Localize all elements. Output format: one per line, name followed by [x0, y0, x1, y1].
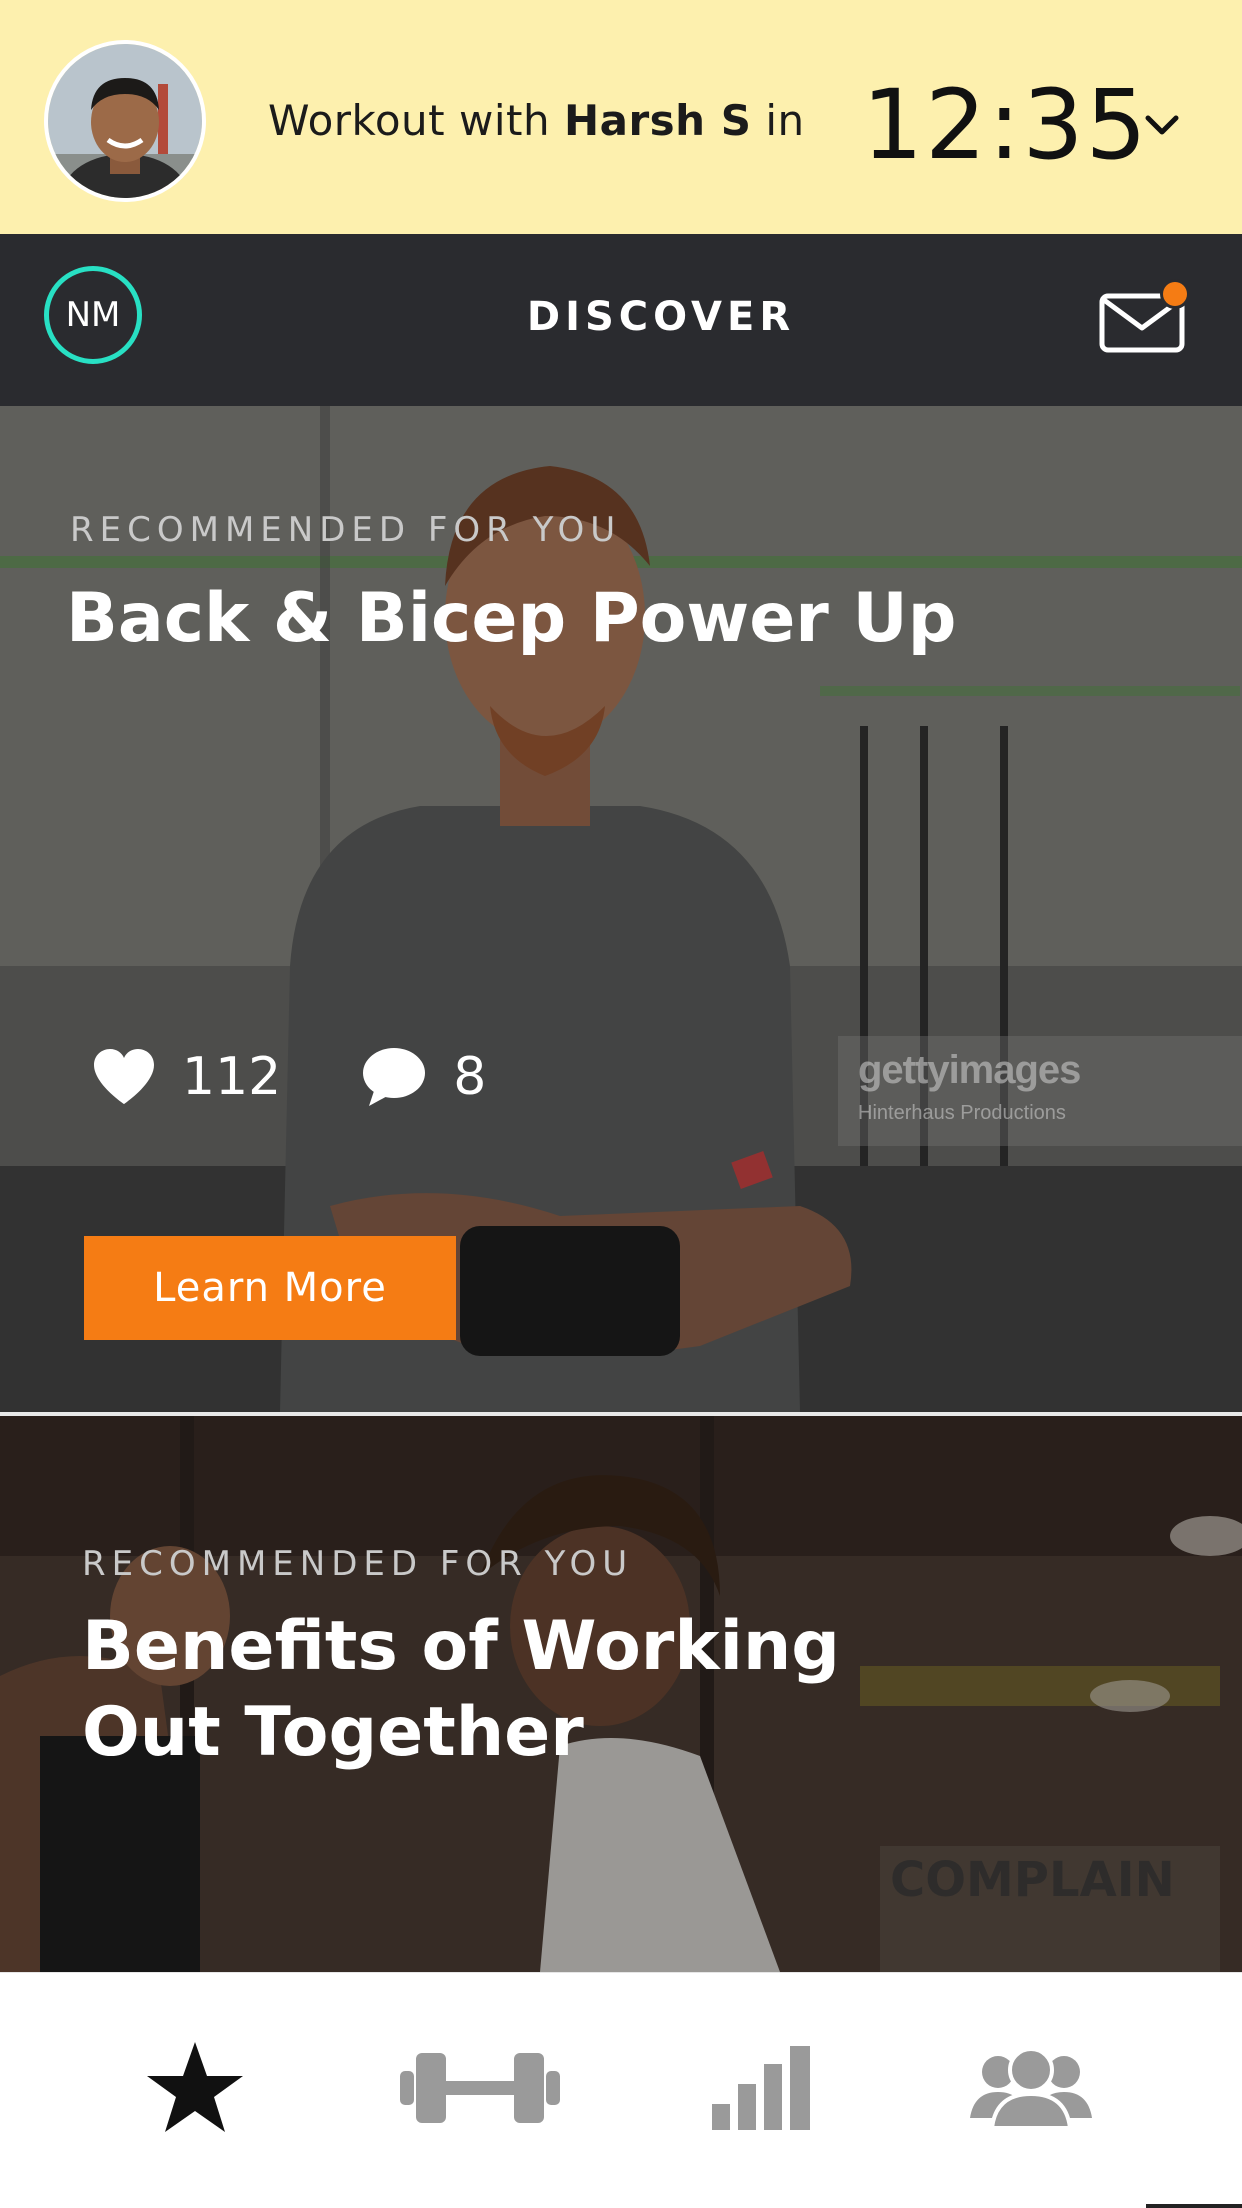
- heart-icon[interactable]: [92, 1048, 156, 1106]
- top-nav-bar: NM DISCOVER: [0, 234, 1242, 406]
- bottom-tab-bar: [0, 1972, 1242, 2208]
- comments-stat[interactable]: 8: [361, 1046, 486, 1108]
- card-stats: 112 8: [92, 1046, 566, 1108]
- workout-timer[interactable]: 12:35: [862, 70, 1149, 180]
- watermark-credit: Hinterhaus Productions: [858, 1102, 1066, 1124]
- stock-photo-watermark: gettyimages Hinterhaus Productions: [838, 1036, 1242, 1146]
- recommended-card[interactable]: RECOMMENDED FOR YOU Back & Bicep Power U…: [0, 406, 1242, 1412]
- learn-more-button[interactable]: Learn More: [84, 1236, 456, 1340]
- star-icon: [147, 2042, 243, 2132]
- card-title-line: Out Together: [82, 1693, 584, 1772]
- bar-chart-icon: [712, 2046, 810, 2130]
- avatar-photo: [48, 44, 202, 198]
- chevron-down-icon[interactable]: [1142, 110, 1182, 140]
- card-eyebrow: RECOMMENDED FOR YOU: [82, 1544, 634, 1584]
- tab-community[interactable]: [970, 2033, 1092, 2143]
- card-title-line: Benefits of Working: [82, 1607, 840, 1686]
- likes-count: 112: [182, 1047, 282, 1107]
- group-icon: [970, 2048, 1092, 2128]
- watermark-brand: gettyimages: [858, 1048, 1081, 1092]
- card-title[interactable]: Benefits of Working Out Together: [82, 1604, 840, 1776]
- tab-discover[interactable]: [140, 2033, 250, 2143]
- page-title: DISCOVER: [526, 294, 796, 340]
- card-eyebrow: RECOMMENDED FOR YOU: [70, 510, 622, 550]
- comments-count: 8: [453, 1047, 487, 1107]
- comment-icon[interactable]: [361, 1046, 427, 1108]
- partner-name[interactable]: Harsh S: [564, 96, 751, 145]
- home-indicator: [1146, 2204, 1242, 2208]
- card-title[interactable]: Back & Bicep Power Up: [66, 576, 956, 662]
- notification-dot: [1163, 282, 1187, 306]
- recommended-card[interactable]: COMPLAIN RECOMMENDED FOR YOU Benefits of…: [0, 1416, 1242, 1972]
- workout-with-text: Workout with Harsh S in: [268, 96, 805, 145]
- dumbbell-icon: [400, 2053, 560, 2123]
- workout-suffix: in: [765, 96, 805, 145]
- partner-avatar[interactable]: [44, 40, 206, 202]
- tab-progress[interactable]: [710, 2033, 814, 2143]
- tab-workouts[interactable]: [400, 2033, 560, 2143]
- svg-text:COMPLAIN: COMPLAIN: [890, 1852, 1175, 1908]
- workout-banner[interactable]: Workout with Harsh S in 12:35: [0, 0, 1242, 234]
- workout-prefix: Workout with: [268, 96, 551, 145]
- mail-icon[interactable]: [1098, 278, 1190, 354]
- likes-stat[interactable]: 112: [92, 1047, 281, 1107]
